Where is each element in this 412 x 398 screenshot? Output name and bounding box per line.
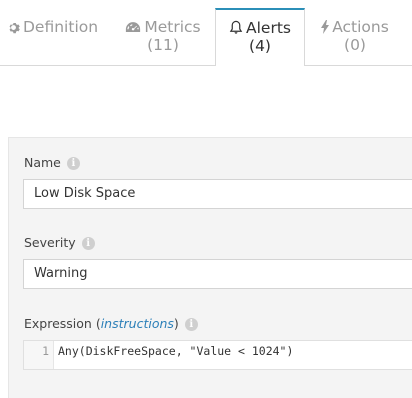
expression-editor[interactable]: 1 Any(DiskFreeSpace, "Value < 1024") [23,340,412,370]
info-icon[interactable]: i [81,237,95,250]
dashboard-icon [125,21,141,38]
expression-code[interactable]: Any(DiskFreeSpace, "Value < 1024") [58,341,293,361]
bell-icon [229,20,243,39]
name-field[interactable]: Low Disk Space [23,179,412,209]
tab-alerts-label: Alerts [246,19,291,37]
tab-bar: Definition Metrics (11) Alerts (4) Actio… [0,0,412,66]
bolt-icon [321,20,330,38]
tab-metrics[interactable]: Metrics (11) [118,0,208,64]
tab-alerts-count: (4) [249,37,271,55]
line-number-gutter: 1 [24,341,54,369]
instructions-link[interactable]: instructions [101,316,174,331]
tab-definition-label: Definition [23,18,99,36]
tab-alerts[interactable]: Alerts (4) [215,8,305,66]
expression-label: Expression (instructions) i [24,316,198,331]
severity-label: Severity i [24,235,95,250]
tab-actions[interactable]: Actions (0) [310,0,400,64]
tab-metrics-label: Metrics [144,18,201,36]
tab-actions-count: (0) [344,36,366,54]
tab-metrics-count: (11) [147,36,179,54]
tab-definition[interactable]: Definition [7,0,103,64]
tab-actions-label: Actions [332,18,389,36]
info-icon[interactable]: i [66,157,80,170]
severity-field[interactable]: Warning [23,259,412,289]
name-label: Name i [24,155,80,170]
gear-icon [7,21,20,38]
info-icon[interactable]: i [184,318,198,331]
